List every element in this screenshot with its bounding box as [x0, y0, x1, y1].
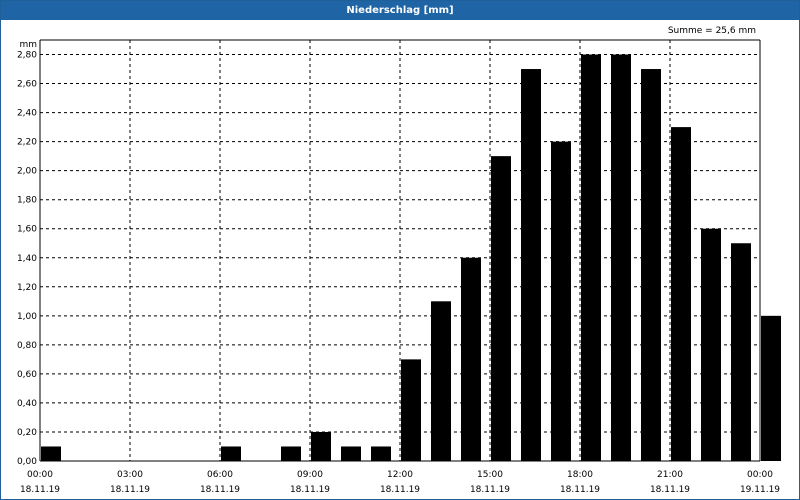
y-tick-label: 1,60	[17, 225, 37, 235]
y-tick-label: 0,40	[17, 399, 37, 409]
x-tick-date: 18.11.19	[650, 485, 690, 495]
x-tick-date: 18.11.19	[380, 485, 420, 495]
bar	[521, 69, 541, 461]
bar	[311, 431, 331, 461]
x-tick-date: 19.11.19	[740, 485, 780, 495]
y-tick-label: 2,00	[17, 167, 37, 177]
x-tick-time: 09:00	[297, 470, 323, 480]
y-tick-label: 0,80	[17, 341, 37, 351]
y-tick-label: 0,00	[17, 457, 37, 467]
bar	[641, 69, 661, 461]
x-tick-time: 00:00	[747, 470, 773, 480]
bar	[551, 141, 571, 461]
precipitation-chart: 0,00 0,20 0,40 0,60 0,80 1,00 1,20 1,40 1,60 1,80…	[17, 39, 781, 495]
y-tick-label: 1,20	[17, 283, 37, 293]
bar	[491, 156, 511, 461]
tick-labels: 0,00 0,20 0,40 0,60 0,80 1,00 1,20 1,40 1,60 1,80…	[17, 40, 780, 495]
y-tick-label: 2,80	[17, 51, 37, 61]
bar	[761, 315, 781, 461]
bar	[671, 127, 691, 461]
bar	[581, 54, 601, 461]
bar	[341, 446, 361, 461]
bar	[611, 54, 631, 461]
x-tick-time: 00:00	[27, 470, 53, 480]
x-tick-time: 15:00	[477, 470, 503, 480]
y-tick-label: 0,20	[17, 428, 37, 438]
y-tick-label: 1,00	[17, 312, 37, 322]
bar	[221, 446, 241, 461]
y-tick-label: 2,20	[17, 138, 37, 148]
x-tick-date: 18.11.19	[200, 485, 240, 495]
y-tick-label: 2,60	[17, 80, 37, 90]
y-tick-label: 2,40	[17, 109, 37, 119]
x-tick-date: 18.11.19	[110, 485, 150, 495]
y-tick-label: 0,60	[17, 370, 37, 380]
bar	[461, 257, 481, 461]
x-tick-date: 18.11.19	[560, 485, 600, 495]
bar	[281, 446, 301, 461]
bar	[701, 228, 721, 461]
bar	[401, 359, 421, 461]
x-tick-time: 21:00	[657, 470, 683, 480]
bar	[731, 243, 751, 461]
x-tick-time: 18:00	[567, 470, 593, 480]
x-tick-time: 03:00	[117, 470, 143, 480]
y-tick-label: 1,40	[17, 254, 37, 264]
y-axis-label: mm	[19, 40, 37, 50]
bar	[371, 446, 391, 461]
x-tick-date: 18.11.19	[20, 485, 60, 495]
bar	[431, 301, 451, 461]
x-tick-time: 06:00	[207, 470, 233, 480]
y-tick-label: 1,80	[17, 196, 37, 206]
x-tick-time: 12:00	[387, 470, 413, 480]
x-tick-date: 18.11.19	[290, 485, 330, 495]
x-tick-date: 18.11.19	[470, 485, 510, 495]
bar	[41, 446, 61, 461]
